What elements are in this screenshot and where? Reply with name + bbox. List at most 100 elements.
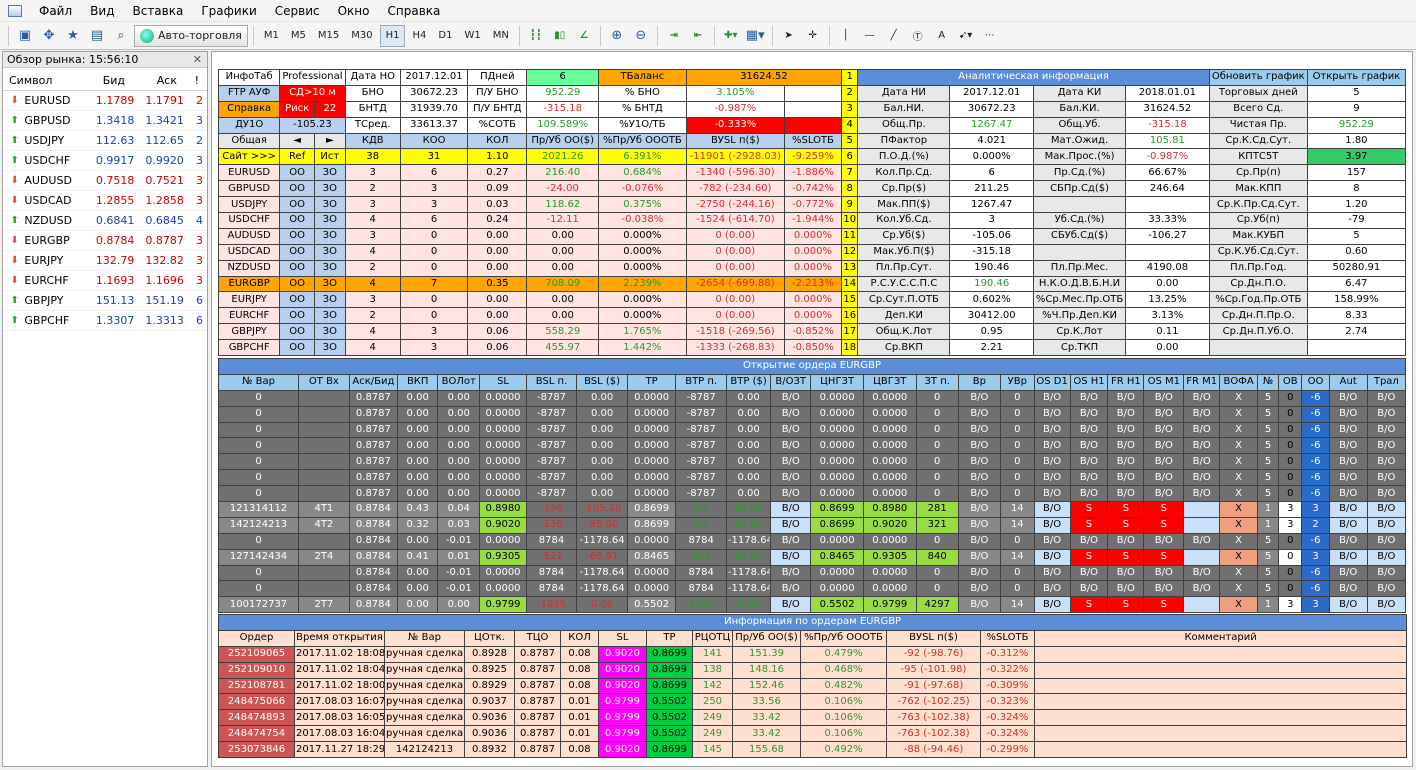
order-cell[interactable]: В/О [1107, 532, 1145, 550]
tf-mn[interactable]: MN [488, 25, 514, 47]
pair-close-button[interactable]: ЗО [314, 212, 346, 229]
order-cell[interactable]: 0 [999, 532, 1035, 550]
order-cell[interactable]: В/О [1328, 437, 1368, 455]
order-cell[interactable]: В/О [1143, 437, 1185, 455]
order-cell[interactable]: -6 [1301, 532, 1330, 550]
order-cell[interactable]: -6 [1301, 389, 1330, 407]
autoscroll-icon[interactable]: ⇥ [663, 25, 685, 47]
order-cell[interactable]: 14 [999, 516, 1035, 534]
order-cell[interactable]: В/О [1033, 596, 1071, 614]
order-cell[interactable]: В/О [1328, 501, 1368, 518]
pair-close-button[interactable]: Ист [314, 148, 346, 166]
order-cell[interactable]: В/О [1107, 405, 1145, 423]
order-ticket[interactable]: 252109010 [218, 661, 295, 679]
order-cell[interactable]: В/О [1328, 421, 1368, 439]
order-cell[interactable]: 5 [1257, 421, 1280, 439]
order-cell[interactable]: 5 [1257, 532, 1280, 550]
pair-close-button[interactable]: ЗО [314, 291, 346, 309]
order-cell[interactable]: 0.0000 [810, 469, 864, 487]
market-watch-row[interactable]: ⬆ USDCHF 0.9917 0.9920 3 [3, 151, 207, 171]
order-cell[interactable]: В/О [1183, 469, 1221, 487]
order-cell[interactable]: X [1219, 437, 1259, 455]
periods-icon[interactable]: ⋯ [979, 25, 1001, 47]
order-cell[interactable]: В/О [770, 453, 812, 471]
order-cell[interactable]: 0 [1278, 469, 1303, 487]
order-cell[interactable]: В/О [1366, 580, 1407, 598]
order-cell[interactable]: 0.8699 [810, 516, 864, 534]
order-cell[interactable]: 0.0000 [810, 485, 864, 503]
order-cell[interactable]: В/О [1183, 389, 1221, 407]
order-cell[interactable]: S [1143, 516, 1185, 534]
order-cell[interactable]: 0 [1278, 437, 1303, 455]
order-cell[interactable]: X [1219, 485, 1259, 503]
templates-icon[interactable]: ▦▾ [744, 25, 767, 47]
order-cell[interactable]: S [1107, 501, 1145, 518]
order-ticket[interactable]: 252108781 [218, 677, 295, 695]
chart-button[interactable]: Открыть график [1306, 69, 1407, 86]
chart-shift-icon[interactable]: ⇤ [687, 25, 709, 47]
chart-button[interactable]: Обновить график [1208, 69, 1308, 86]
new-chart-icon[interactable]: ▣ [14, 25, 36, 47]
crosshair-move-icon[interactable]: ✥ [38, 25, 60, 47]
order-ticket[interactable]: 248474754 [218, 725, 295, 743]
tf-h1[interactable]: H1 [379, 24, 406, 47]
pair-close-button[interactable]: ЗО [314, 259, 346, 277]
order-cell[interactable] [1183, 596, 1221, 614]
order-cell[interactable]: 5 [1257, 485, 1280, 503]
order-cell[interactable]: В/О [1328, 485, 1368, 503]
order-cell[interactable]: 5 [1257, 564, 1280, 582]
order-cell[interactable]: В/О [1366, 405, 1407, 423]
market-watch-row[interactable]: ⬇ USDCAD 1.2855 1.2858 3 [3, 191, 207, 211]
order-cell[interactable]: 0 [915, 469, 959, 487]
order-cell[interactable]: В/О [770, 548, 812, 566]
order-cell[interactable]: 0 [1278, 580, 1303, 598]
order-cell[interactable]: 0 [1278, 548, 1303, 566]
order-cell[interactable]: 0 [915, 421, 959, 439]
order-cell[interactable]: 0.9799 [862, 596, 917, 614]
market-watch-row[interactable]: ⬇ EURCHF 1.1693 1.1696 3 [3, 271, 207, 291]
order-cell[interactable]: 3 [1278, 501, 1303, 518]
pair-open-button[interactable]: ОО [279, 275, 315, 293]
order-cell[interactable]: 0 [915, 389, 959, 407]
order-cell[interactable]: 0 [915, 453, 959, 471]
order-cell[interactable]: -6 [1301, 405, 1330, 423]
cursor-icon[interactable]: ➤ [778, 25, 800, 47]
order-cell[interactable]: -6 [1301, 580, 1330, 598]
order-cell[interactable]: X [1219, 516, 1259, 534]
order-cell[interactable]: В/О [1107, 421, 1145, 439]
pair-close-button[interactable]: ЗО [314, 164, 346, 182]
menu-file[interactable]: Файл [30, 0, 81, 22]
order-cell[interactable]: 0 [915, 564, 959, 582]
order-cell[interactable]: В/О [1033, 485, 1071, 503]
market-watch-row[interactable]: ⬆ GBPJPY 151.13 151.19 6 [3, 291, 207, 311]
order-cell[interactable]: В/О [957, 516, 1001, 534]
order-ticket[interactable]: 253073846 [218, 741, 295, 759]
order-cell[interactable]: В/О [1033, 564, 1071, 582]
order-cell[interactable]: X [1219, 580, 1259, 598]
order-cell[interactable]: В/О [1366, 469, 1407, 487]
order-cell[interactable]: В/О [1328, 469, 1368, 487]
menu-charts[interactable]: Графики [192, 0, 265, 22]
order-cell[interactable]: 0.0000 [810, 453, 864, 471]
order-cell[interactable]: 2 [1301, 516, 1330, 534]
order-cell[interactable]: -6 [1301, 453, 1330, 471]
order-cell[interactable]: 321 [915, 516, 959, 534]
order-cell[interactable] [1183, 501, 1221, 518]
market-watch-row[interactable]: ⬇ EURJPY 132.79 132.82 3 [3, 251, 207, 271]
order-cell[interactable]: В/О [1183, 421, 1221, 439]
order-cell[interactable]: 0.8465 [810, 548, 864, 566]
order-cell[interactable]: 0.0000 [862, 421, 917, 439]
text-label-icon[interactable]: Ⓣ [907, 25, 929, 47]
order-cell[interactable]: В/О [957, 405, 1001, 423]
order-cell[interactable]: В/О [1328, 405, 1368, 423]
tf-m30[interactable]: M30 [346, 25, 377, 47]
order-cell[interactable]: В/О [770, 501, 812, 518]
order-cell[interactable]: 3 [1301, 548, 1330, 566]
zoom-out-icon[interactable]: ⊖ [630, 25, 652, 47]
order-cell[interactable]: 281 [915, 501, 959, 518]
order-cell[interactable]: В/О [957, 469, 1001, 487]
pair-open-button[interactable]: ОО [279, 196, 315, 214]
order-cell[interactable]: 5 [1257, 405, 1280, 423]
order-cell[interactable]: В/О [770, 405, 812, 423]
order-cell[interactable]: В/О [1069, 437, 1109, 455]
